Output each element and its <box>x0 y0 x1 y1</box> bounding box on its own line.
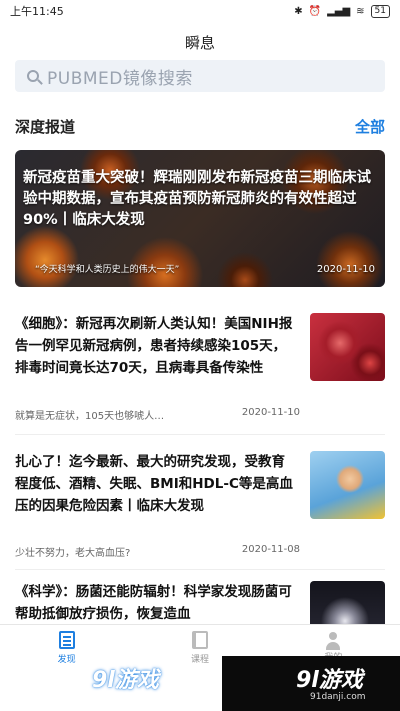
article-title: 《科学》：肠菌还能防辐射！科学家发现肠菌可帮助抵御放疗损伤，恢复造血 <box>15 584 292 622</box>
user-icon <box>325 632 341 650</box>
child-image <box>310 451 385 519</box>
bluetooth-icon: ✱ <box>294 5 303 17</box>
search-icon <box>27 70 39 82</box>
book-icon <box>191 630 208 649</box>
status-icons: ✱ ⏰ ▂▄▆ ≋ 51 <box>294 4 390 18</box>
battery-icon: 51 <box>370 4 390 18</box>
article-item[interactable]: 扎心了！迄今最新、最大的研究发现，受教育程度低、酒精、失眠、BMI和HDL-C等… <box>15 451 385 561</box>
article-title: 扎心了！迄今最新、最大的研究发现，受教育程度低、酒精、失眠、BMI和HDL-C等… <box>15 454 293 514</box>
signal-icon: ▂▄▆ <box>327 5 351 17</box>
wifi-icon: ≋ <box>356 5 365 17</box>
tab-label: 课程 <box>190 654 209 665</box>
watermark-left: 9l游戏 <box>92 668 159 693</box>
article-item[interactable]: 《科学》：肠菌还能防辐射！科学家发现肠菌可帮助抵御放疗损伤，恢复造血 <box>15 581 385 625</box>
article-item[interactable]: 《细胞》：新冠再次刷新人类认知！美国NIH报告一例罕见新冠病例，患者持续感染10… <box>15 313 385 423</box>
alarm-icon: ⏰ <box>308 5 322 17</box>
divider <box>15 434 385 435</box>
watermark-right: 9l游戏 91danji.com <box>222 656 400 711</box>
article-subtitle: 少壮不努力，老大高血压? <box>15 548 131 559</box>
document-icon <box>58 630 75 649</box>
status-bar: 上午11:45 ✱ ⏰ ▂▄▆ ≋ 51 <box>0 0 400 22</box>
search-placeholder: PUBMED镜像搜索 <box>47 68 193 89</box>
featured-headline: 新冠疫苗重大突破！辉瑞刚刚发布新冠疫苗三期临床试验中期数据，宣布其疫苗预防新冠肺… <box>23 170 371 228</box>
status-time: 上午11:45 <box>10 5 64 18</box>
search-input[interactable]: PUBMED镜像搜索 <box>15 60 385 92</box>
virus-image <box>310 313 385 381</box>
featured-quote: “今天科学和人类历史上的伟大一天” <box>35 265 180 275</box>
page-title: 瞬息 <box>184 34 215 52</box>
view-all-link[interactable]: 全部 <box>355 116 385 137</box>
tab-label: 发现 <box>57 654 76 665</box>
section-title: 深度报道 <box>15 118 76 136</box>
article-title: 《细胞》：新冠再次刷新人类认知！美国NIH报告一例罕见新冠病例，患者持续感染10… <box>15 316 293 376</box>
article-date: 2020-11-10 <box>241 407 300 418</box>
watermark-logo: 9l游戏 <box>296 668 363 693</box>
article-date: 2020-11-08 <box>241 544 300 555</box>
featured-date: 2020-11-10 <box>316 264 375 275</box>
divider <box>15 569 385 570</box>
section-header: 深度报道 全部 <box>15 116 385 137</box>
article-subtitle: 就算是无症状，105天也够唬人… <box>15 411 165 422</box>
featured-article-card[interactable]: 新冠疫苗重大突破！辉瑞刚刚发布新冠疫苗三期临床试验中期数据，宣布其疫苗预防新冠肺… <box>15 150 385 287</box>
watermark-url: 91danji.com <box>310 692 366 702</box>
xray-image <box>310 581 385 625</box>
